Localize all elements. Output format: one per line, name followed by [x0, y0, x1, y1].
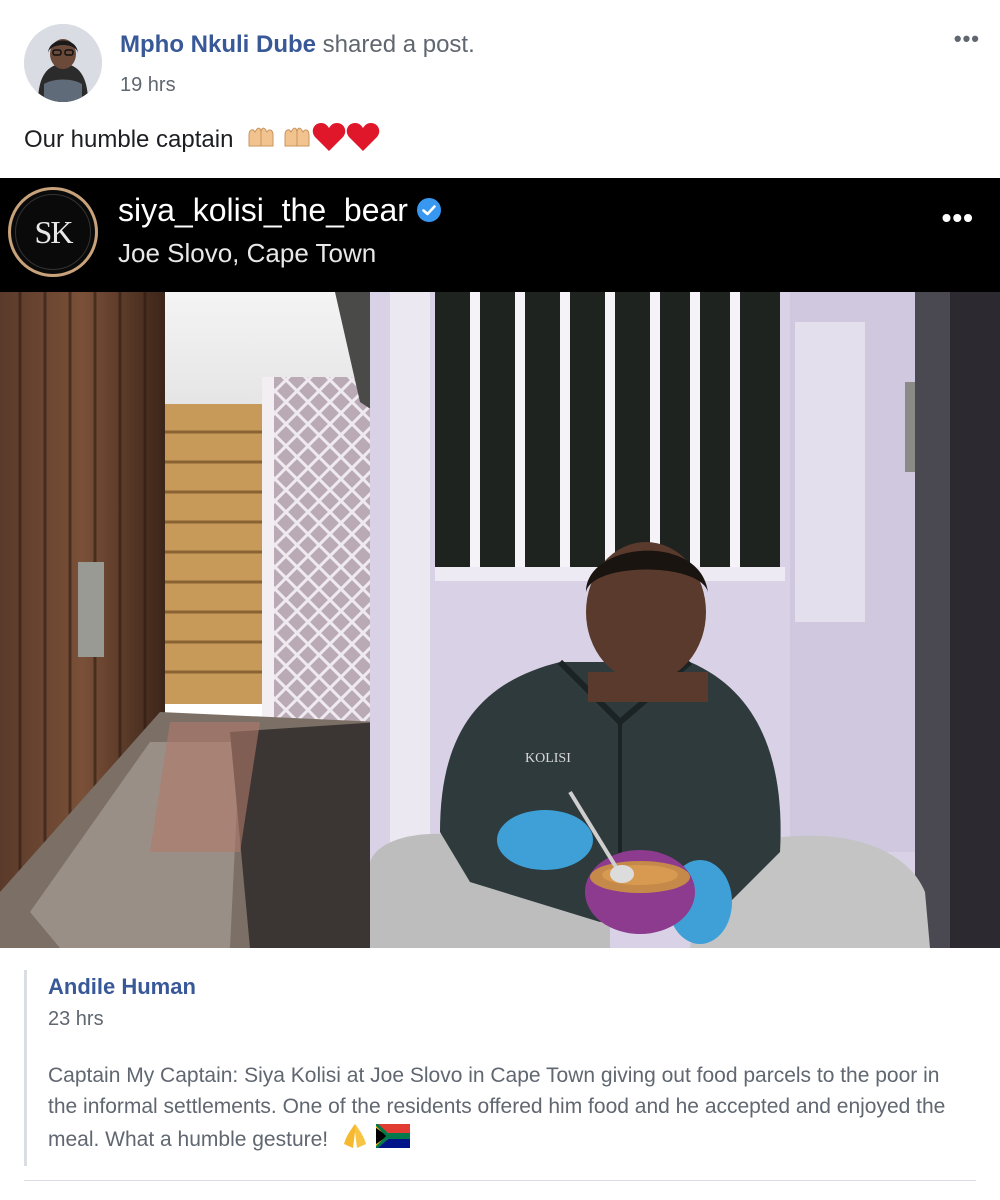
- post-photo[interactable]: KOLISI: [0, 292, 1000, 948]
- embed-profile-logo[interactable]: SK: [8, 187, 98, 277]
- caption-text: Our humble captain: [24, 125, 234, 153]
- shared-post-text: Captain My Captain: Siya Kolisi at Joe S…: [48, 1060, 958, 1159]
- shared-text-body: Captain My Captain: Siya Kolisi at Joe S…: [48, 1064, 946, 1152]
- shared-author-name-link[interactable]: Andile Human: [48, 974, 196, 1000]
- more-options-icon[interactable]: •••: [942, 202, 974, 234]
- post-header: Mpho Nkuli Dube shared a post.: [120, 31, 475, 59]
- embed-username[interactable]: siya_kolisi_the_bear: [118, 192, 442, 231]
- embed-location[interactable]: Joe Slovo, Cape Town: [118, 238, 376, 269]
- facebook-post: Mpho Nkuli Dube shared a post. 19 hrs ••…: [0, 0, 1000, 1200]
- red-heart-emoji-icon: [312, 122, 346, 159]
- verified-badge-icon: [416, 194, 442, 231]
- shared-post-attribution: Andile Human 23 hrs Captain My Captain: …: [24, 960, 976, 1180]
- more-options-icon[interactable]: •••: [954, 26, 980, 52]
- post-divider: [24, 1180, 976, 1181]
- shared-timestamp[interactable]: 23 hrs: [48, 1008, 104, 1031]
- svg-text:KOLISI: KOLISI: [525, 751, 571, 766]
- raised-hands-emoji-icon: [282, 126, 312, 155]
- post-caption: Our humble captain: [24, 122, 380, 159]
- red-heart-emoji-icon: [346, 122, 380, 159]
- author-avatar[interactable]: [24, 24, 102, 102]
- raised-hands-emoji-icon: [246, 126, 276, 155]
- action-text: shared a post.: [315, 31, 475, 58]
- south-africa-flag-emoji-icon: [375, 1124, 410, 1157]
- author-name-link[interactable]: Mpho Nkuli Dube: [120, 31, 316, 58]
- logo-monogram: SK: [15, 194, 91, 270]
- post-timestamp[interactable]: 19 hrs: [120, 74, 176, 97]
- folded-hands-emoji-icon: [340, 1122, 370, 1159]
- embed-header: SK siya_kolisi_the_bear Joe Slovo, Cape …: [0, 178, 1000, 292]
- embed-username-text: siya_kolisi_the_bear: [118, 192, 408, 228]
- quote-divider: [24, 970, 27, 1166]
